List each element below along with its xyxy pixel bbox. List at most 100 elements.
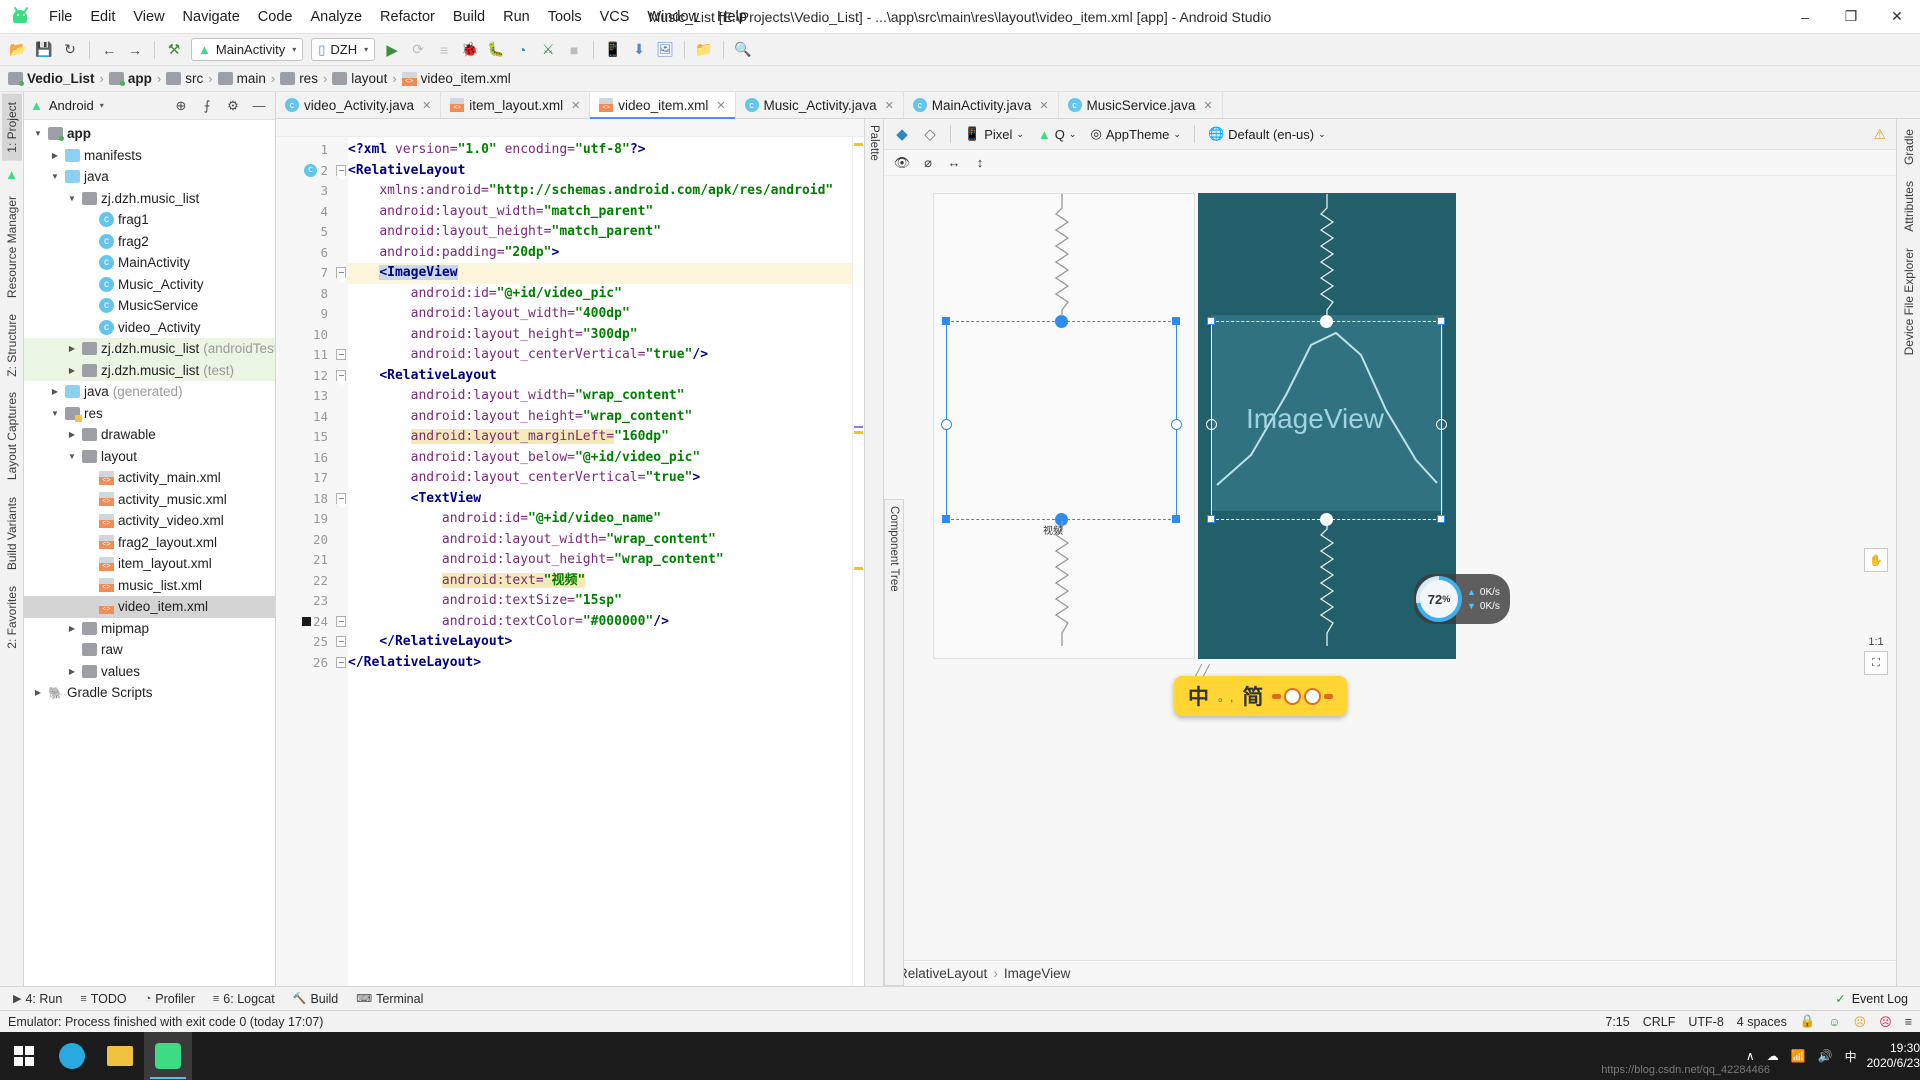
tree-node-zj-dzh-music-list[interactable]: ▶ zj.dzh.music_list (androidTest) — [24, 338, 275, 360]
ime-mode-label[interactable]: 中 — [1188, 681, 1209, 711]
menu-item-run[interactable]: Run — [494, 5, 539, 29]
pan-tool-button[interactable]: ✋ — [1864, 548, 1888, 572]
fold-region-18[interactable] — [334, 489, 348, 510]
menu-item-analyze[interactable]: Analyze — [301, 5, 371, 29]
debug-icon[interactable]: 🐞 — [458, 38, 482, 62]
tree-node-item-layout-xml[interactable]: item_layout.xml — [24, 553, 275, 575]
blueprint-mode-icon[interactable]: ◇ — [918, 122, 942, 146]
ime-status-bar[interactable]: 中 。, 简 — [1174, 676, 1348, 716]
code-line-23[interactable]: android:textSize="15sp" — [348, 591, 864, 612]
event-log-icon[interactable]: ✓ — [1835, 991, 1845, 1006]
close-tab-icon[interactable]: ✕ — [422, 99, 431, 112]
code-line-20[interactable]: android:layout_width="wrap_content" — [348, 530, 864, 551]
inspection-warning-icon[interactable]: ☹ — [1854, 1015, 1867, 1029]
chevron-right-icon[interactable]: ▶ — [66, 667, 78, 676]
chevron-right-icon[interactable]: ▶ — [66, 344, 78, 353]
tree-node-frag2-layout-xml[interactable]: frag2_layout.xml — [24, 532, 275, 554]
tray-icon-4[interactable]: 中 — [1845, 1048, 1857, 1065]
tree-node-zj-dzh-music-list[interactable]: ▶ zj.dzh.music_list (test) — [24, 359, 275, 381]
code-line-17[interactable]: android:layout_centerVertical="true"> — [348, 468, 864, 489]
chevron-right-icon[interactable]: ▶ — [66, 430, 78, 439]
stop-icon[interactable]: ■ — [562, 38, 586, 62]
design-canvas[interactable]: ImageView 视频 ╱╱ ✋ 1:1 ⛶ 72 % ▲ 0K/s ▼ 0K… — [884, 176, 1896, 960]
tree-node-mipmap[interactable]: ▶ mipmap — [24, 618, 275, 640]
project-view-selector[interactable]: Android — [49, 98, 94, 113]
chevron-right-icon[interactable]: ▶ — [66, 366, 78, 375]
code-fold-icon[interactable] — [336, 636, 346, 647]
file-encoding[interactable]: UTF-8 — [1688, 1015, 1723, 1029]
autoconnect-off-icon[interactable]: ⌀ — [916, 151, 940, 175]
rail-item-z-structure[interactable]: Z: Structure — [2, 306, 22, 385]
warning-marker[interactable] — [854, 143, 863, 146]
code-line-4[interactable]: android:layout_width="match_parent" — [348, 202, 864, 223]
sync-project-icon[interactable]: ↻ — [58, 38, 82, 62]
bp-resize-handle-top-left[interactable] — [1207, 317, 1215, 325]
device-file-explorer-icon[interactable]: 📁 — [692, 38, 716, 62]
resize-handle-top-left[interactable] — [942, 317, 950, 325]
ime-style-label[interactable]: 简 — [1242, 681, 1263, 711]
rail-item-layout-captures[interactable]: Layout Captures — [2, 384, 22, 488]
tree-node-manifests[interactable]: ▶ manifests — [24, 145, 275, 167]
indent-setting[interactable]: 4 spaces — [1737, 1015, 1787, 1029]
bp-constraint-anchor-left[interactable] — [1206, 419, 1217, 430]
component-tree-strip[interactable]: Component Tree — [884, 499, 904, 986]
line-separator[interactable]: CRLF — [1643, 1015, 1676, 1029]
ime-punctuation-label[interactable]: 。, — [1218, 688, 1233, 705]
editor-tab-item-layout-xml[interactable]: item_layout.xml ✕ — [441, 92, 591, 118]
breadcrumb-item-6[interactable]: video_item.xml — [401, 71, 511, 86]
build-project-icon[interactable]: ⚒ — [162, 38, 186, 62]
constraint-anchor-left[interactable] — [941, 419, 952, 430]
caret-position[interactable]: 7:15 — [1605, 1015, 1629, 1029]
collapse-all-icon[interactable]: ⨍ — [197, 96, 217, 116]
code-fold-icon[interactable] — [336, 267, 346, 278]
tree-node-raw[interactable]: raw — [24, 639, 275, 661]
tray-icon-3[interactable]: 🔊 — [1818, 1049, 1833, 1063]
breadcrumb-item-4[interactable]: res — [280, 71, 318, 86]
tree-node-activity-music-xml[interactable]: activity_music.xml — [24, 489, 275, 511]
menu-item-navigate[interactable]: Navigate — [174, 5, 249, 29]
fold-region-7[interactable] — [334, 263, 348, 284]
bp-resize-handle-bottom-left[interactable] — [1207, 515, 1215, 523]
chevron-down-icon[interactable]: ▼ — [49, 409, 61, 418]
chevron-right-icon[interactable]: ▶ — [32, 688, 44, 697]
tray-icon-0[interactable]: ∧ — [1746, 1049, 1755, 1063]
navigate-forward-icon[interactable]: → — [123, 38, 147, 62]
bottom-tool-4-run[interactable]: ▶ 4: Run — [4, 990, 71, 1008]
open-project-icon[interactable]: 📂 — [6, 38, 30, 62]
class-gutter-icon[interactable]: c — [304, 163, 317, 177]
code-line-13[interactable]: android:layout_width="wrap_content" — [348, 386, 864, 407]
design-mode-icon[interactable]: ◆ — [890, 122, 914, 146]
attach-debugger-icon[interactable]: 🐛 — [484, 38, 508, 62]
resize-handle-bottom-left[interactable] — [942, 515, 950, 523]
network-speed-widget[interactable]: 72% ▲ 0K/s ▼ 0K/s — [1414, 574, 1510, 624]
rail-item-1-project[interactable]: 1: Project — [1, 94, 22, 161]
code-line-3[interactable]: xmlns:android="http://schemas.android.co… — [348, 181, 864, 202]
tree-node-music-list-xml[interactable]: music_list.xml — [24, 575, 275, 597]
chevron-down-icon[interactable]: ▾ — [100, 101, 104, 110]
apply-code-changes-icon[interactable]: ≡ — [432, 38, 456, 62]
breadcrumb-item-0[interactable]: Vedio_List — [8, 71, 95, 86]
maximize-button[interactable]: ❐ — [1828, 0, 1874, 34]
run-configuration-selector[interactable]: ▲ MainActivity ▾ — [191, 38, 304, 61]
tree-node-drawable[interactable]: ▶ drawable — [24, 424, 275, 446]
bp-resize-handle-top-right[interactable] — [1437, 317, 1445, 325]
chevron-down-icon[interactable]: ▼ — [49, 172, 61, 181]
tree-node-app[interactable]: ▼ app — [24, 123, 275, 145]
event-log-label[interactable]: Event Log — [1852, 992, 1908, 1006]
fold-region-25[interactable] — [334, 632, 348, 653]
xml-code-editor[interactable]: 1 2 c 3 4 5 6 7 8 9 10 11 12 13 14 15 16 17 18 19 20 21 22 23 24… — [276, 119, 864, 986]
menu-item-help[interactable]: Help — [708, 5, 756, 29]
bookmark-gutter-icon[interactable] — [302, 616, 311, 626]
code-line-15[interactable]: android:layout_marginLeft="160dp" — [348, 427, 864, 448]
sdk-manager-icon[interactable]: ⬇ — [627, 38, 651, 62]
editor-marker-bar[interactable] — [852, 137, 864, 986]
code-line-26[interactable]: </RelativeLayout> — [348, 653, 864, 674]
code-fold-icon[interactable] — [336, 656, 346, 668]
ime-toggle-icon[interactable] — [1272, 687, 1334, 705]
menu-item-tools[interactable]: Tools — [539, 5, 591, 29]
close-tab-icon[interactable]: ✕ — [571, 99, 580, 112]
taskbar-android-studio-icon[interactable] — [144, 1032, 192, 1080]
tree-node-activity-video-xml[interactable]: activity_video.xml — [24, 510, 275, 532]
taskbar-file-explorer-icon[interactable] — [96, 1032, 144, 1080]
bp-constraint-anchor-right[interactable] — [1436, 419, 1447, 430]
